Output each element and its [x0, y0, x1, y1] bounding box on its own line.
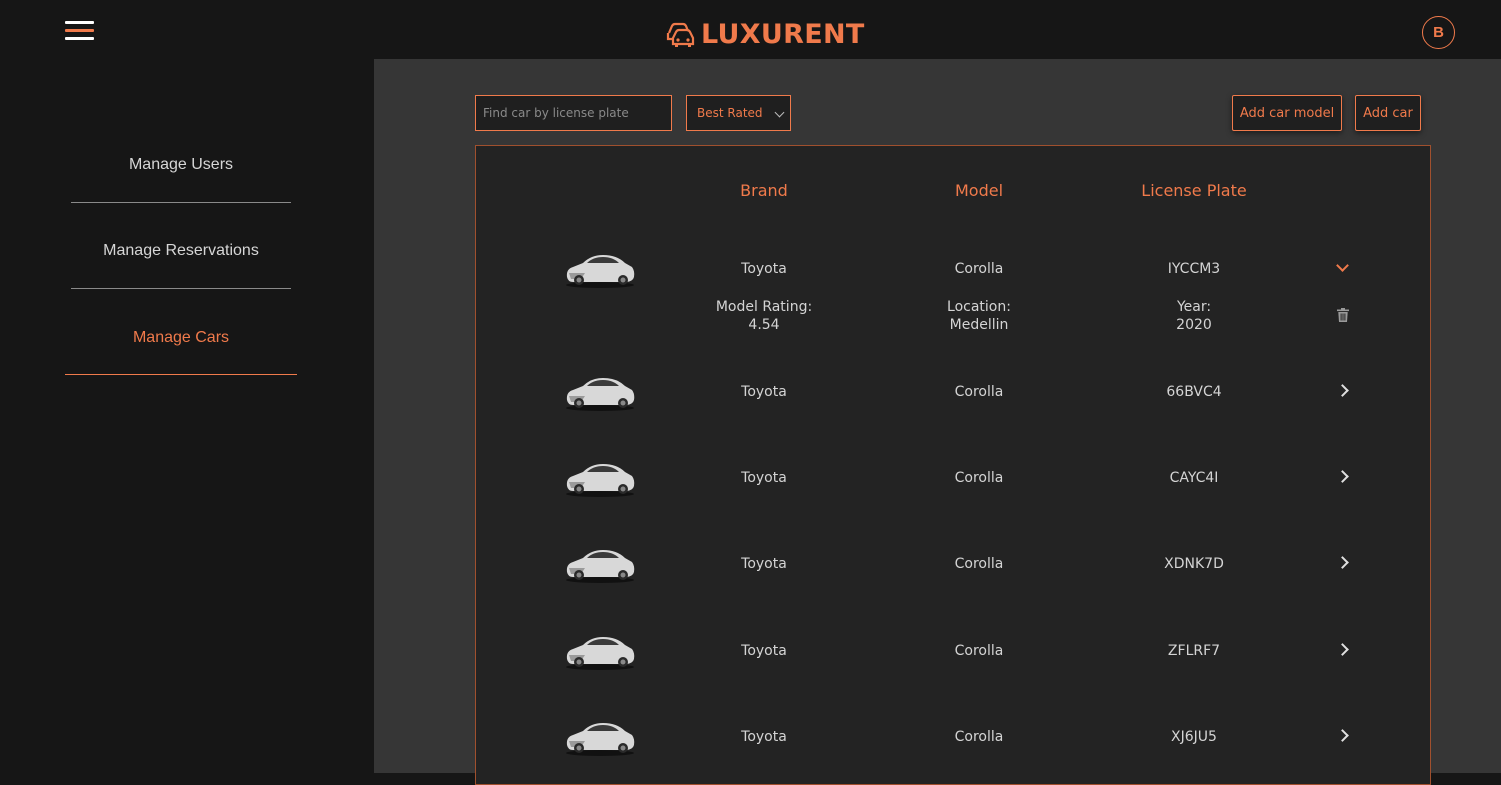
cell-model: Corolla	[954, 470, 1004, 486]
cell-brand: Toyota	[741, 261, 787, 277]
cars-table: Brand Model License Plate Toyota Corolla…	[475, 145, 1431, 785]
brand-name: LUXURENT	[701, 18, 865, 50]
car-thumbnail	[566, 550, 635, 583]
cell-model: Corolla	[954, 556, 1004, 572]
cell-brand: Toyota	[741, 556, 787, 572]
cell-license-plate: 66BVC4	[1166, 384, 1222, 400]
detail-location-label: Location:	[947, 299, 1011, 315]
cell-model: Corolla	[954, 261, 1004, 277]
cell-model: Corolla	[954, 643, 1004, 659]
menu-icon[interactable]	[65, 20, 94, 44]
cell-license-plate: ZFLRF7	[1167, 643, 1221, 659]
detail-year-value: 2020	[1176, 317, 1212, 333]
expand-chevron-icon[interactable]	[1336, 470, 1349, 483]
sidebar-item-manage-cars[interactable]: Manage Cars	[65, 329, 297, 347]
column-header-model: Model	[954, 181, 1004, 200]
cell-license-plate: IYCCM3	[1167, 261, 1221, 277]
expand-chevron-icon[interactable]	[1336, 729, 1349, 742]
sort-select[interactable]: Best Rated	[686, 95, 791, 131]
sidebar-divider	[71, 202, 291, 203]
detail-location-value: Medellin	[949, 317, 1009, 333]
cell-model: Corolla	[954, 384, 1004, 400]
collapse-chevron-icon[interactable]	[1336, 259, 1349, 272]
detail-year-label: Year:	[1176, 299, 1212, 315]
cell-license-plate: XDNK7D	[1164, 556, 1224, 572]
car-thumbnail	[566, 637, 635, 670]
cell-brand: Toyota	[741, 384, 787, 400]
brand-logo[interactable]: LUXURENT	[666, 16, 865, 52]
user-avatar[interactable]: B	[1422, 16, 1455, 49]
cell-brand: Toyota	[741, 470, 787, 486]
column-header-brand: Brand	[740, 181, 788, 200]
column-header-license-plate: License Plate	[1141, 181, 1247, 200]
expand-chevron-icon[interactable]	[1336, 384, 1349, 397]
add-car-button[interactable]: Add car	[1355, 95, 1421, 131]
detail-rating-value: 4.54	[748, 317, 780, 333]
cell-brand: Toyota	[741, 643, 787, 659]
license-plate-search-input[interactable]	[475, 95, 672, 131]
sidebar-item-manage-reservations[interactable]: Manage Reservations	[71, 242, 291, 260]
cell-brand: Toyota	[741, 729, 787, 745]
trash-icon[interactable]	[1337, 308, 1349, 322]
expand-chevron-icon[interactable]	[1336, 643, 1349, 656]
sidebar-active-underline	[65, 374, 297, 375]
cell-license-plate: XJ6JU5	[1171, 729, 1217, 745]
car-thumbnail	[566, 723, 635, 756]
car-stack-icon	[666, 22, 695, 47]
cell-model: Corolla	[954, 729, 1004, 745]
sidebar-item-manage-users[interactable]: Manage Users	[71, 156, 291, 174]
chevron-down-icon	[774, 107, 785, 118]
car-thumbnail	[566, 464, 635, 497]
sort-selected-value: Best Rated	[697, 106, 763, 120]
add-car-model-button[interactable]: Add car model	[1232, 95, 1342, 131]
top-bar: LUXURENT B	[0, 0, 1501, 59]
expand-chevron-icon[interactable]	[1336, 556, 1349, 569]
detail-rating-label: Model Rating:	[715, 299, 813, 315]
cell-license-plate: CAYC4I	[1169, 470, 1219, 486]
car-thumbnail	[566, 378, 635, 411]
car-thumbnail	[566, 255, 635, 288]
sidebar-divider	[71, 288, 291, 289]
